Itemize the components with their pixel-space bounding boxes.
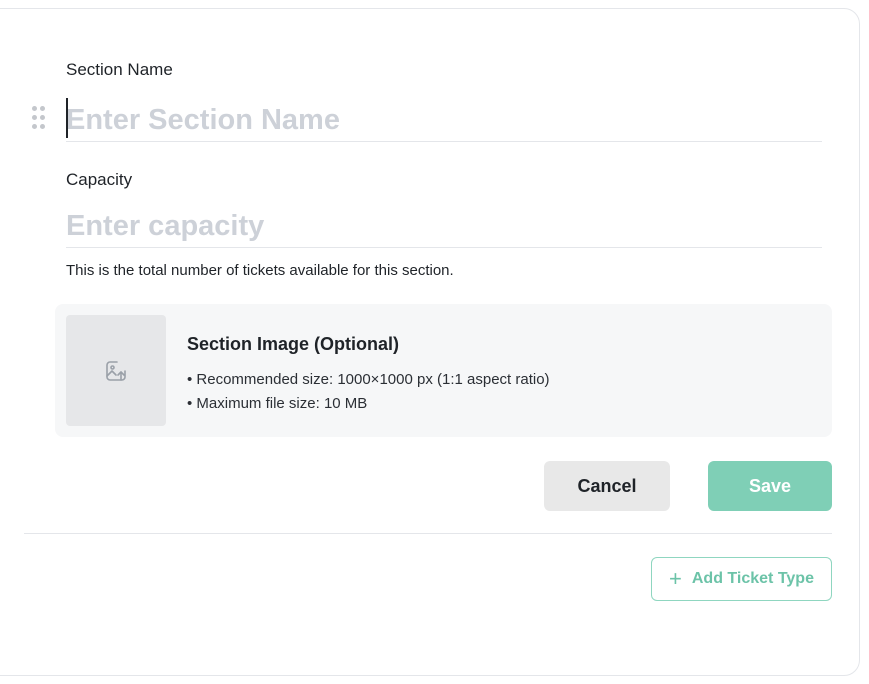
section-name-label: Section Name [66,60,173,79]
add-ticket-type-label: Add Ticket Type [691,570,814,587]
section-image-panel: Section Image (Optional) • Recommended s… [55,304,832,437]
divider [24,533,832,534]
add-ticket-type-button[interactable]: + Add Ticket Type [651,557,832,601]
plus-icon: + [669,566,682,591]
image-size-hint: • Recommended size: 1000×1000 px (1:1 as… [187,371,550,388]
capacity-label: Capacity [66,170,133,189]
drag-handle-icon[interactable] [32,106,46,132]
capacity-input[interactable] [66,206,822,248]
section-name-input[interactable] [66,100,822,142]
cancel-button[interactable]: Cancel [544,461,670,511]
save-button[interactable]: Save [708,461,832,511]
image-upload-icon [106,360,126,381]
text-caret [66,98,68,138]
section-image-title: Section Image (Optional) [187,334,400,354]
image-file-size-hint: • Maximum file size: 10 MB [187,395,368,412]
capacity-help-text: This is the total number of tickets avai… [66,262,454,279]
image-upload-dropzone[interactable] [66,315,166,426]
